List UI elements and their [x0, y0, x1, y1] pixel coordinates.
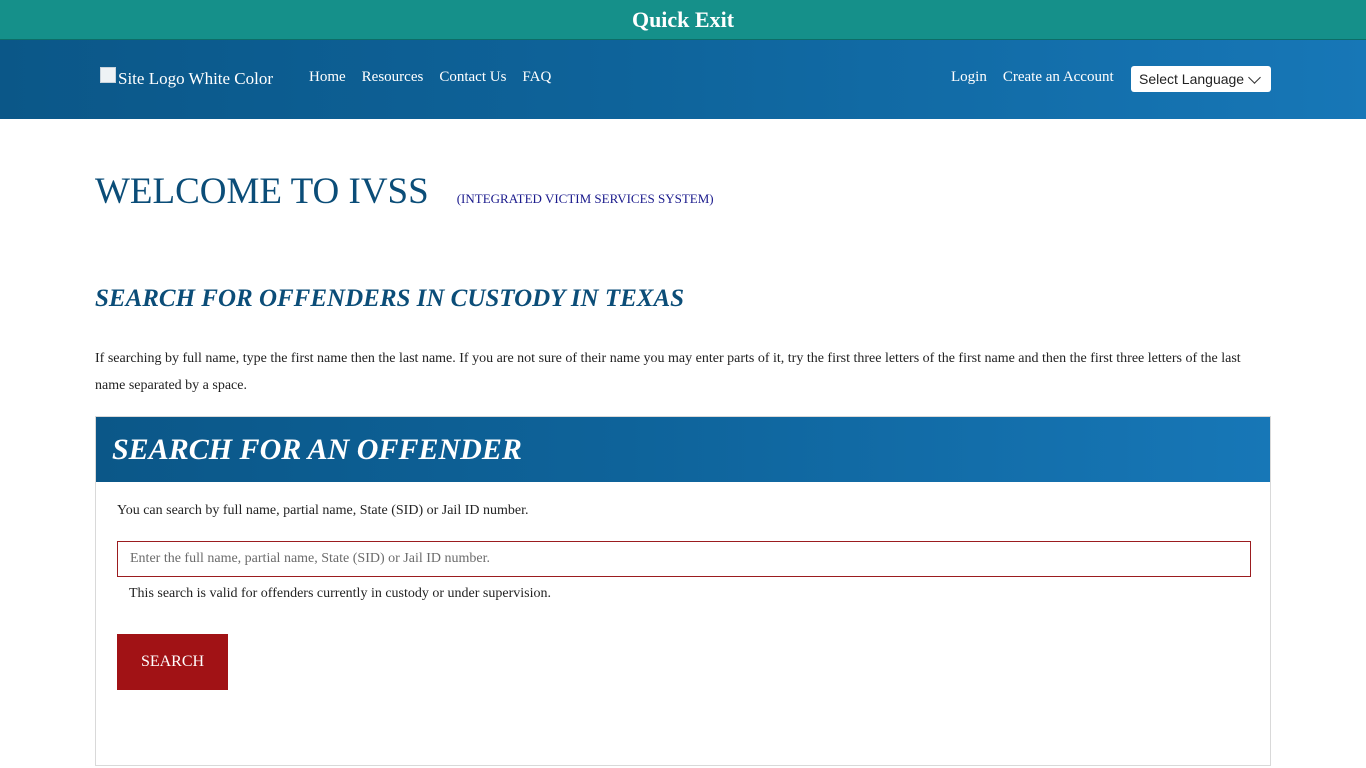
- search-button[interactable]: SEARCH: [117, 634, 228, 690]
- search-panel: SEARCH FOR AN OFFENDER You can search by…: [95, 416, 1271, 766]
- nav-contact-us-link[interactable]: Contact Us: [439, 69, 506, 86]
- chevron-down-icon: [1248, 70, 1261, 84]
- create-account-link[interactable]: Create an Account: [1003, 69, 1114, 86]
- site-header: Site Logo White Color Home Resources Con…: [0, 40, 1366, 119]
- page-subtitle: (INTEGRATED VICTIM SERVICES SYSTEM): [456, 191, 714, 206]
- offender-search-input[interactable]: [117, 541, 1251, 577]
- nav-faq-link[interactable]: FAQ: [522, 69, 551, 86]
- main-nav: Home Resources Contact Us FAQ: [309, 69, 567, 86]
- login-link[interactable]: Login: [951, 69, 987, 86]
- quick-exit-label: Quick Exit: [631, 6, 735, 32]
- nav-home-link[interactable]: Home: [309, 69, 346, 86]
- page-title: WELCOME TO IVSS: [95, 171, 429, 212]
- search-help-text: This search is valid for offenders curre…: [129, 586, 551, 601]
- nav-resources-link[interactable]: Resources: [362, 69, 424, 86]
- account-nav: Login Create an Account: [951, 69, 1130, 86]
- welcome-heading: WELCOME TO IVSS (INTEGRATED VICTIM SERVI…: [95, 170, 714, 213]
- site-logo-alt-text: Site Logo White Color: [118, 69, 274, 88]
- quick-exit-button[interactable]: Quick Exit: [0, 0, 1366, 40]
- search-instructions: If searching by full name, type the firs…: [95, 351, 1241, 393]
- search-panel-title: SEARCH FOR AN OFFENDER: [112, 432, 522, 466]
- site-logo[interactable]: Site Logo White Color: [100, 67, 273, 91]
- language-select-value: Select Language: [1139, 71, 1245, 87]
- broken-image-icon: [100, 67, 116, 83]
- search-panel-description: You can search by full name, partial nam…: [117, 503, 529, 518]
- search-panel-header: SEARCH FOR AN OFFENDER: [96, 417, 1270, 482]
- section-title: SEARCH FOR OFFENDERS IN CUSTODY IN TEXAS: [95, 285, 685, 312]
- language-select[interactable]: Select Language: [1131, 66, 1271, 92]
